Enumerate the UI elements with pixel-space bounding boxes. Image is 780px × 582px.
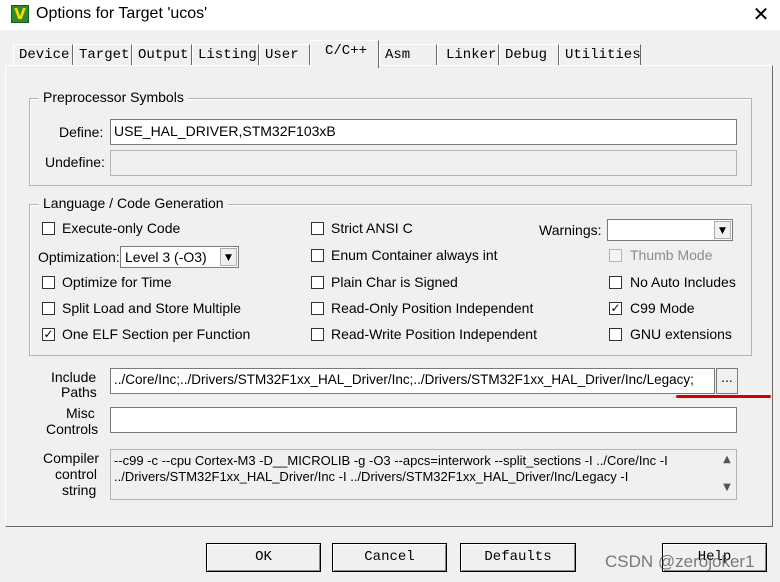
execute-only-checkbox[interactable] xyxy=(42,222,55,235)
include-paths-input[interactable]: ../Core/Inc;../Drivers/STM32F1xx_HAL_Dri… xyxy=(110,368,715,394)
tab-user[interactable]: User xyxy=(259,44,310,66)
undefine-input[interactable] xyxy=(110,150,737,176)
split-load-label: Split Load and Store Multiple xyxy=(62,300,241,316)
language-legend: Language / Code Generation xyxy=(39,195,228,211)
enum-container-label: Enum Container always int xyxy=(331,247,498,263)
compiler-label-line2: control xyxy=(55,466,98,482)
undefine-label: Undefine: xyxy=(45,154,105,170)
thumb-mode-label: Thumb Mode xyxy=(630,247,713,263)
enum-container-checkbox[interactable] xyxy=(311,249,324,262)
plain-char-checkbox[interactable] xyxy=(311,276,324,289)
tab-device[interactable]: Device xyxy=(13,44,73,66)
csdn-watermark: CSDN @zerojoker1 xyxy=(605,552,755,571)
tab-linker[interactable]: Linker xyxy=(437,44,499,66)
compiler-line-2: ../Drivers/STM32F1xx_HAL_Driver/Inc -I .… xyxy=(114,469,629,484)
tab-listing[interactable]: Listing xyxy=(192,44,259,66)
red-annotation-underline xyxy=(676,395,771,398)
thumb-mode-checkbox[interactable] xyxy=(609,249,622,262)
defaults-button[interactable]: Defaults xyxy=(460,543,576,572)
tab-asm[interactable]: Asm xyxy=(379,44,437,66)
strict-ansi-label: Strict ANSI C xyxy=(331,220,413,236)
checkmark-icon: ✓ xyxy=(43,327,54,341)
compiler-control-string-textarea[interactable]: --c99 -c --cpu Cortex-M3 -D__MICROLIB -g… xyxy=(110,449,737,500)
scroll-up-icon[interactable]: ▲ xyxy=(719,452,735,468)
ro-position-independent-label: Read-Only Position Independent xyxy=(331,300,534,316)
tab-c-cpp[interactable]: C/C++ xyxy=(310,40,379,68)
define-label: Define: xyxy=(59,124,104,140)
execute-only-label: Execute-only Code xyxy=(62,220,181,236)
warnings-select[interactable]: ▼ xyxy=(607,219,733,241)
tab-target[interactable]: Target xyxy=(73,44,132,66)
optimization-select[interactable]: Level 3 (-O3) ▼ xyxy=(120,246,239,268)
c99-mode-checkbox[interactable]: ✓ xyxy=(609,302,622,315)
cancel-button[interactable]: Cancel xyxy=(332,543,447,572)
gnu-extensions-checkbox[interactable] xyxy=(609,328,622,341)
include-label-line1: Include xyxy=(51,369,97,385)
no-auto-includes-label: No Auto Includes xyxy=(630,274,736,290)
ro-position-independent-checkbox[interactable] xyxy=(311,302,324,315)
include-label-line2: Paths xyxy=(61,384,97,400)
rw-position-independent-label: Read-Write Position Independent xyxy=(331,326,537,342)
compiler-line-1: --c99 -c --cpu Cortex-M3 -D__MICROLIB -g… xyxy=(114,453,668,468)
optimization-value: Level 3 (-O3) xyxy=(125,249,207,265)
preprocessor-legend: Preprocessor Symbols xyxy=(39,89,188,105)
chevron-down-icon[interactable]: ▼ xyxy=(714,221,731,239)
define-input[interactable]: USE_HAL_DRIVER,STM32F103xB xyxy=(110,119,737,145)
strict-ansi-checkbox[interactable] xyxy=(311,222,324,235)
gnu-extensions-label: GNU extensions xyxy=(630,326,732,342)
plain-char-label: Plain Char is Signed xyxy=(331,274,458,290)
tab-strip: Device Target Output Listing User C/C++ … xyxy=(0,40,780,68)
misc-label-line2: Controls xyxy=(46,421,99,437)
optimize-time-label: Optimize for Time xyxy=(62,274,172,290)
split-load-checkbox[interactable] xyxy=(42,302,55,315)
compiler-label-line1: Compiler xyxy=(43,450,100,466)
tab-output[interactable]: Output xyxy=(132,44,192,66)
scroll-down-icon[interactable]: ▼ xyxy=(719,480,735,496)
optimization-label: Optimization: xyxy=(38,249,120,265)
one-elf-label: One ELF Section per Function xyxy=(62,326,251,342)
checkmark-icon: ✓ xyxy=(610,301,621,315)
c99-mode-label: C99 Mode xyxy=(630,300,695,316)
warnings-label: Warnings: xyxy=(539,222,602,238)
chevron-down-icon[interactable]: ▼ xyxy=(220,248,237,266)
misc-controls-input[interactable] xyxy=(110,407,737,433)
misc-label-line1: Misc xyxy=(66,405,95,421)
optimize-time-checkbox[interactable] xyxy=(42,276,55,289)
ok-button[interactable]: OK xyxy=(206,543,321,572)
keil-app-icon: V xyxy=(11,5,29,23)
close-icon[interactable]: ✕ xyxy=(748,2,774,28)
window-title: Options for Target 'ucos' xyxy=(36,5,208,22)
no-auto-includes-checkbox[interactable] xyxy=(609,276,622,289)
tab-debug[interactable]: Debug xyxy=(499,44,559,66)
tab-utilities[interactable]: Utilities xyxy=(559,44,641,66)
compiler-label-line3: string xyxy=(62,482,97,498)
compiler-scrollbar[interactable]: ▲ ▼ xyxy=(719,451,735,498)
rw-position-independent-checkbox[interactable] xyxy=(311,328,324,341)
title-bar: V Options for Target 'ucos' ✕ xyxy=(0,0,780,30)
one-elf-checkbox[interactable]: ✓ xyxy=(42,328,55,341)
include-paths-browse-button[interactable]: ... xyxy=(716,368,738,394)
